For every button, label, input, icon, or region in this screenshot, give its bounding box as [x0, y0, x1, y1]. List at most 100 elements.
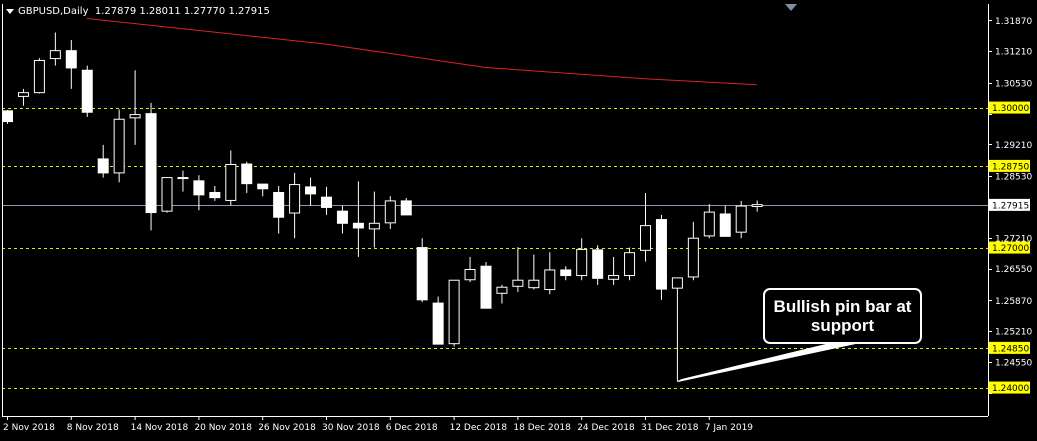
candle [352, 181, 364, 257]
candle-body [81, 69, 93, 113]
candle [464, 256, 476, 283]
candle [671, 277, 683, 382]
candle-body [65, 50, 77, 69]
x-tick-label: 2 Nov 2018 [3, 423, 55, 433]
x-tick-label: 26 Nov 2018 [258, 423, 316, 433]
candle-body [49, 50, 61, 60]
y-tick-label: 1.30530 [995, 79, 1032, 89]
ohlc-values: 1.27879 1.28011 1.27770 1.27915 [94, 6, 270, 17]
y-tick-label: 1.31210 [995, 48, 1032, 58]
candle-body [2, 110, 13, 123]
candle-body [209, 192, 221, 199]
annotation-callout: Bullish pin bar at support [763, 288, 922, 344]
candle-body [512, 279, 524, 287]
candles [2, 32, 763, 382]
candle-body [496, 286, 508, 294]
symbol-label: GBPUSD,Daily [18, 6, 89, 17]
candle [241, 161, 253, 193]
candle [480, 262, 492, 309]
candle-body [432, 302, 444, 345]
candle [624, 247, 636, 281]
candle-body [352, 222, 364, 229]
candle-body [368, 222, 380, 230]
candle-body [305, 186, 317, 195]
candle-body [400, 200, 412, 216]
y-tick-label: 1.28530 [995, 173, 1032, 183]
moving-average [86, 18, 757, 86]
x-tick-label: 7 Jan 2019 [705, 423, 753, 433]
candle-body [624, 252, 636, 277]
candle [129, 70, 141, 145]
y-tick-label: 1.31870 [995, 17, 1032, 27]
candle-body [33, 59, 45, 94]
shift-marker-icon [785, 4, 797, 11]
x-tick-label: 14 Nov 2018 [131, 423, 189, 433]
candle [687, 221, 699, 281]
candle-body [703, 211, 715, 237]
candle [273, 185, 285, 234]
y-tick-label: 1.25210 [995, 328, 1032, 338]
candle-body [257, 183, 269, 190]
x-tick-label: 18 Dec 2018 [513, 423, 571, 433]
candle-body [592, 249, 604, 279]
annotation-line-2: support [810, 316, 875, 335]
x-tick-label: 8 Nov 2018 [67, 423, 119, 433]
candle-body [640, 225, 651, 251]
candle [432, 296, 444, 345]
chart-header[interactable]: GBPUSD,Daily 1.27879 1.28011 1.27770 1.2… [6, 6, 270, 17]
candle [703, 204, 715, 239]
level-label-3: 1.24850 [992, 344, 1029, 354]
candle-body [113, 118, 125, 174]
candle-body [528, 279, 540, 289]
candle-body [129, 114, 141, 119]
level-label-1: 1.28750 [992, 162, 1029, 172]
time-axis: 2 Nov 2018 8 Nov 2018 14 Nov 2018 20 Nov 20… [3, 416, 753, 433]
candle [33, 58, 45, 94]
candle-body [608, 275, 620, 280]
candle [528, 254, 540, 290]
candle-body [560, 269, 572, 277]
candle [735, 200, 747, 239]
candle [655, 214, 667, 300]
candle-body [719, 213, 731, 237]
candle [608, 256, 620, 285]
candle-body [751, 204, 763, 208]
candle [719, 205, 731, 237]
candle [336, 205, 348, 234]
annotation-line-1: Bullish pin bar at [773, 297, 912, 316]
current-price-label: 1.27915 [992, 201, 1029, 211]
x-tick-label: 6 Dec 2018 [386, 423, 438, 433]
candle [416, 238, 428, 303]
candle-body [576, 248, 588, 277]
candle [305, 177, 317, 206]
candle [512, 247, 524, 292]
candle [496, 284, 508, 304]
candle-body [225, 164, 237, 201]
level-label-0: 1.30000 [992, 104, 1029, 114]
candle-body [687, 237, 699, 278]
candle-body [289, 184, 301, 214]
candle [751, 200, 763, 212]
x-tick-label: 31 Dec 2018 [641, 423, 699, 433]
candle [560, 266, 572, 281]
y-tick-label: 1.29210 [995, 141, 1032, 151]
dropdown-triangle-icon[interactable] [6, 8, 14, 14]
candle [400, 198, 412, 216]
candle [448, 279, 460, 347]
candle-body [177, 177, 189, 180]
x-tick-label: 12 Dec 2018 [450, 423, 508, 433]
candle [97, 144, 109, 178]
candle [81, 65, 93, 117]
x-tick-label: 30 Nov 2018 [322, 423, 380, 433]
y-tick-label: 1.24550 [995, 358, 1032, 368]
candle [145, 102, 157, 231]
candle-body [97, 158, 109, 174]
price-chart[interactable]: 1.318701.312101.305301.292101.285301.272… [0, 0, 1037, 441]
candle-body [655, 219, 667, 290]
candle-body [336, 210, 348, 224]
x-tick-label: 20 Nov 2018 [194, 423, 252, 433]
candle-body [161, 177, 173, 212]
candle-body [480, 265, 492, 309]
candle [384, 196, 396, 229]
candle [17, 88, 29, 106]
